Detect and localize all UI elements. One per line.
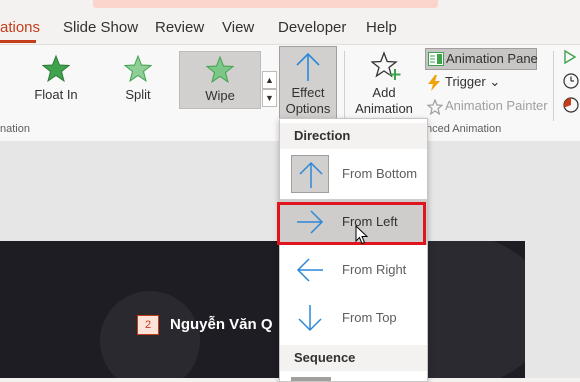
animation-painter-label: Animation Painter	[445, 98, 548, 113]
sequence-header: Sequence	[280, 345, 427, 371]
trigger-label: Trigger ⌄	[445, 74, 501, 89]
direction-header: Direction	[280, 123, 427, 149]
animation-pane-icon	[428, 52, 444, 66]
menu-item-from-right[interactable]: From Right	[280, 247, 427, 293]
play-icon[interactable]	[563, 49, 577, 65]
menu-item-from-top[interactable]: From Top	[280, 295, 427, 341]
effect-options-dropdown: Direction From Bottom From Left From Rig…	[279, 118, 428, 382]
menu-item-icon-box	[291, 299, 329, 337]
tab-animations[interactable]: ations	[0, 19, 40, 36]
gallery-scroll-up-button[interactable]: ▲	[262, 71, 277, 89]
tab-help[interactable]: Help	[366, 19, 397, 36]
effect-options-label: Effect	[291, 85, 325, 100]
group-divider	[553, 51, 554, 121]
highlight-box	[277, 202, 426, 245]
menu-item-label: From Right	[342, 262, 407, 277]
gallery-item-label: Wipe	[205, 88, 235, 103]
mouse-cursor-icon	[355, 225, 369, 245]
gallery-item-label: Float In	[34, 87, 78, 102]
gallery-item-float-in[interactable]: Float In	[16, 51, 96, 107]
gallery-item-wipe[interactable]: Wipe	[179, 51, 261, 109]
animation-pane-button[interactable]: Animation Pane	[425, 48, 538, 70]
animation-order-badge[interactable]: 2	[137, 315, 159, 335]
slide-canvas[interactable]: 2 Nguyễn Văn Q	[0, 241, 525, 378]
menu-item-label: From Top	[342, 310, 397, 325]
add-animation-label: Add	[372, 85, 396, 100]
tab-view[interactable]: View	[222, 19, 254, 36]
menu-item-icon-box	[291, 155, 329, 193]
menu-item-label: From Bottom	[342, 166, 418, 181]
ribbon-tab-bar: ations Slide Show Review View Developer …	[0, 0, 580, 44]
star-painter-icon	[427, 99, 443, 115]
add-animation-button[interactable]: Add Animation ⌄	[353, 49, 415, 131]
arrow-down-icon	[298, 305, 322, 332]
animation-pane-label: Animation Pane	[446, 51, 538, 66]
tab-slide-show[interactable]: Slide Show	[63, 19, 138, 36]
effect-options-button[interactable]: Effect Options ⌄	[279, 46, 337, 131]
star-add-icon	[371, 51, 401, 80]
group-label-animation: nation	[0, 123, 30, 135]
gallery-item-label: Split	[125, 87, 151, 102]
active-tab-indicator	[0, 40, 36, 43]
animation-painter-button[interactable]: Animation Painter	[425, 96, 548, 116]
gallery-more-button[interactable]: ▼	[262, 89, 277, 107]
title-banner	[93, 0, 438, 8]
menu-item-icon-box	[291, 251, 329, 289]
star-green-icon	[124, 55, 152, 83]
menu-item-from-bottom[interactable]: From Bottom	[280, 151, 427, 197]
arrow-left-icon	[296, 258, 323, 282]
trigger-button[interactable]: Trigger ⌄	[425, 72, 505, 92]
group-divider	[344, 51, 345, 121]
star-green-icon	[42, 55, 70, 83]
duration-icon[interactable]	[563, 97, 579, 113]
lightning-icon	[428, 75, 440, 91]
star-green-icon	[206, 56, 234, 84]
arrow-up-icon	[296, 52, 320, 81]
slide-name-text[interactable]: Nguyễn Văn Q	[170, 316, 273, 333]
arrow-up-icon	[299, 161, 323, 188]
tab-review[interactable]: Review	[155, 19, 204, 36]
clock-icon[interactable]	[563, 73, 579, 89]
tab-developer[interactable]: Developer	[278, 19, 346, 36]
group-label-advanced-animation: nced Animation	[426, 123, 502, 135]
gallery-item-split[interactable]: Split	[98, 51, 178, 107]
